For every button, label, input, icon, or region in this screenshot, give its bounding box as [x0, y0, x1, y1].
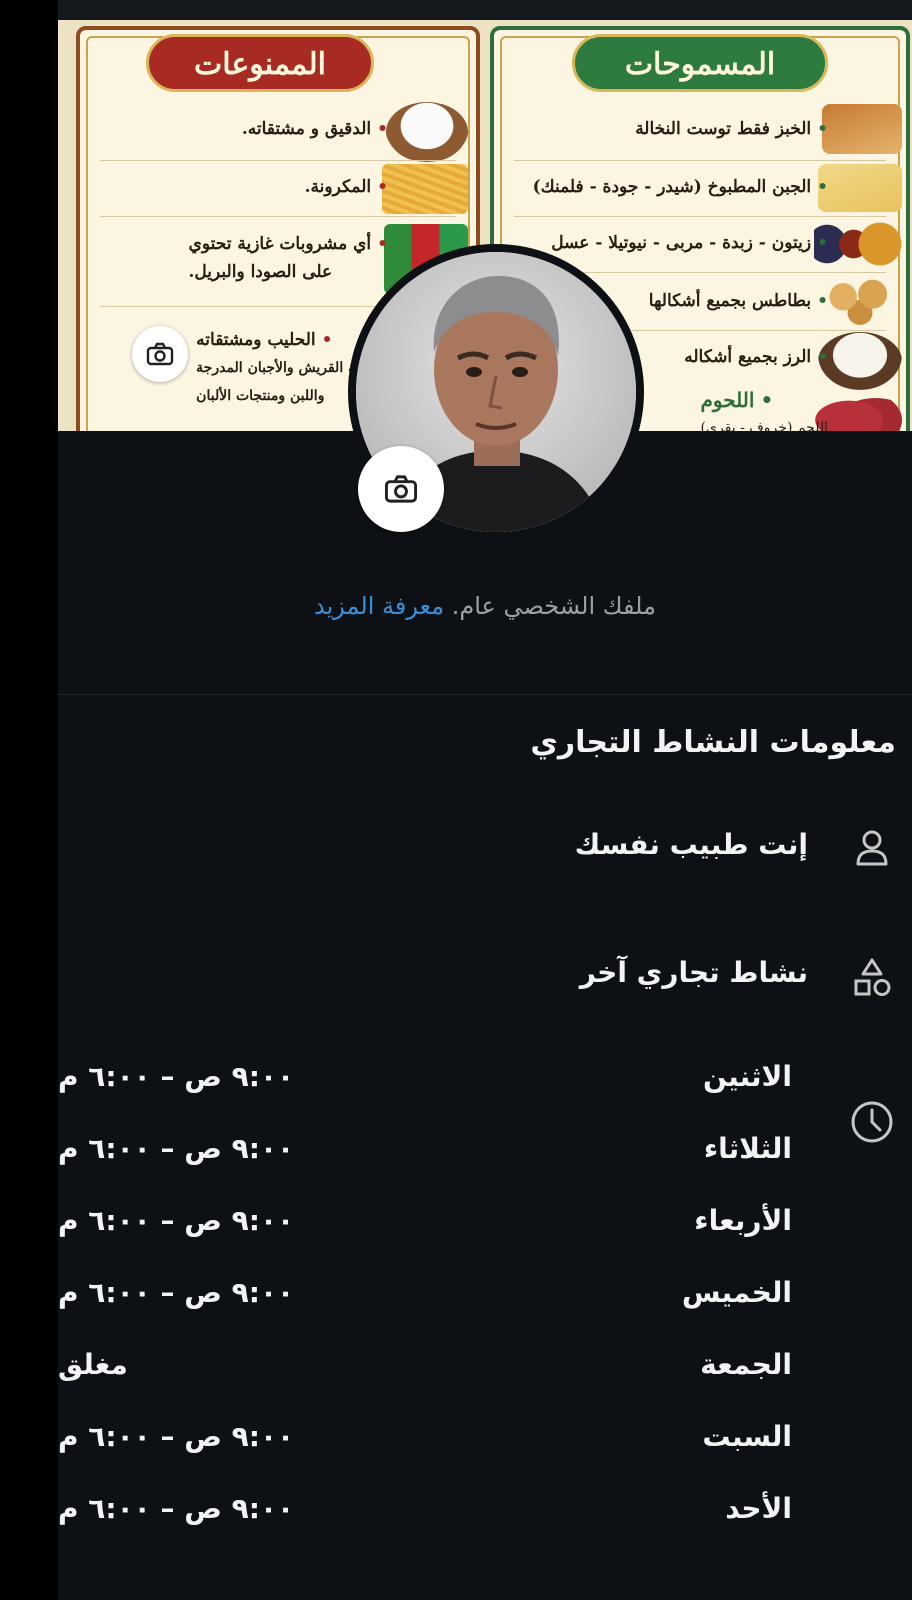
divider — [58, 694, 912, 695]
time-label: ٩:٠٠ ص – ٦:٠٠ م — [58, 1420, 295, 1453]
allowed-item: •اللحوم اللحم (خروف - بقري) — [700, 388, 828, 431]
forbidden-item: •أي مشروبات غازية تحتوي على الصودا والبر… — [188, 234, 388, 282]
day-label: الأحد — [725, 1492, 792, 1525]
time-label: ٩:٠٠ ص – ٦:٠٠ م — [58, 1132, 295, 1165]
category-shapes-icon — [850, 956, 894, 1000]
time-label: ٩:٠٠ ص – ٦:٠٠ م — [58, 1204, 295, 1237]
cheese-image — [818, 164, 902, 212]
hours-row: الخميس ٩:٠٠ ص – ٦:٠٠ م — [58, 1276, 912, 1348]
allowed-item: • بطاطس بجميع أشكالها — [648, 291, 828, 311]
hours-row: السبت ٩:٠٠ ص – ٦:٠٠ م — [58, 1420, 912, 1492]
time-label: ٩:٠٠ ص – ٦:٠٠ م — [58, 1492, 295, 1525]
business-type[interactable]: نشاط تجاري آخر — [580, 956, 808, 989]
hours-row: الاثنين ٩:٠٠ ص – ٦:٠٠ م — [58, 1060, 912, 1132]
business-category[interactable]: إنت طبيب نفسك — [575, 828, 808, 861]
day-label: الخميس — [681, 1276, 792, 1309]
potatoes-image — [818, 276, 902, 328]
time-label: ٩:٠٠ ص – ٦:٠٠ م — [58, 1276, 295, 1309]
forbidden-banner: الممنوعات — [146, 34, 374, 92]
hours-row: الأربعاء ٩:٠٠ ص – ٦:٠٠ م — [58, 1204, 912, 1276]
day-label: الثلاثاء — [703, 1132, 792, 1165]
allowed-item: • الخبز فقط توست النخالة — [635, 119, 828, 139]
profile-screen: المسموحات • الخبز فقط توست النخالة • الجبن… — [58, 0, 912, 1600]
allowed-item: • الرز بجميع أشكاله — [684, 347, 828, 367]
status-strip — [58, 0, 912, 20]
forbidden-separator — [100, 160, 456, 161]
public-profile-text: ملفك الشخصي عام. — [451, 592, 656, 620]
time-label: مغلق — [58, 1348, 128, 1381]
flour-image — [386, 102, 468, 162]
hours-row: الأحد ٩:٠٠ ص – ٦:٠٠ م — [58, 1492, 912, 1564]
learn-more-link[interactable]: معرفة المزيد — [314, 592, 444, 620]
day-label: الجمعة — [700, 1348, 792, 1381]
avatar-camera-button[interactable] — [358, 446, 444, 532]
camera-icon — [146, 342, 174, 366]
time-label: ٩:٠٠ ص – ٦:٠٠ م — [58, 1060, 295, 1093]
public-profile-note: ملفك الشخصي عام. معرفة المزيد — [58, 592, 912, 620]
allowed-item: • الجبن المطبوخ (شيدر - جودة - فلمنك) — [532, 177, 828, 197]
allowed-item: • زيتون - زبدة - مربى - نيوتيلا - عسل — [551, 233, 828, 253]
day-label: السبت — [702, 1420, 792, 1453]
allowed-banner: المسموحات — [572, 34, 828, 92]
forbidden-item: • الدقيق و مشتقاته. — [241, 119, 388, 139]
cover-camera-button[interactable] — [132, 326, 188, 382]
forbidden-item: • المكرونة. — [304, 177, 388, 197]
hours-row: الثلاثاء ٩:٠٠ ص – ٦:٠٠ م — [58, 1132, 912, 1204]
day-label: الاثنين — [702, 1060, 792, 1093]
person-icon — [850, 826, 894, 870]
business-info-title: معلومات النشاط التجاري — [530, 725, 896, 760]
rice-image — [818, 332, 902, 390]
day-label: الأربعاء — [694, 1204, 792, 1237]
pasta-image — [382, 164, 468, 214]
camera-icon — [384, 475, 418, 503]
hours-row: الجمعة مغلق — [58, 1348, 912, 1420]
toast-image — [822, 104, 902, 154]
forbidden-separator — [100, 216, 456, 217]
